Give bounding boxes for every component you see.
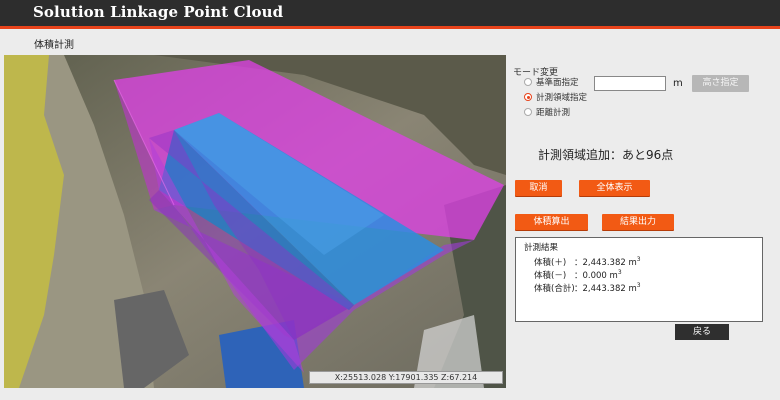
accent-bar bbox=[0, 26, 780, 29]
result-row-total: 体積(合計)：2,443.382 m3 bbox=[534, 282, 641, 294]
result-label: 体積(＋) bbox=[534, 258, 567, 268]
mode-option-distance[interactable]: 距離計測 bbox=[524, 106, 570, 118]
result-row-plus: 体積(＋) ：2,443.382 m3 bbox=[534, 256, 641, 268]
mode-option-label: 計測領域指定 bbox=[536, 93, 588, 103]
result-label: 体積(－) bbox=[534, 271, 567, 281]
control-panel: モード変更 基準面指定 計測領域指定 距離計測 m 高さ指定 計測領域追加：あと… bbox=[512, 60, 772, 390]
result-value: ：2,443.382 m bbox=[574, 284, 637, 294]
radio-reference-plane[interactable] bbox=[524, 78, 532, 86]
result-unit-exponent: 3 bbox=[617, 269, 622, 276]
title-bar: Solution Linkage Point Cloud bbox=[0, 0, 780, 26]
height-input[interactable] bbox=[594, 76, 666, 91]
mode-option-measure-area[interactable]: 計測領域指定 bbox=[524, 91, 587, 103]
page-title: 体積計測 bbox=[34, 40, 74, 51]
point-cloud-viewport[interactable]: X:25513.028 Y:17901.335 Z:67.214 bbox=[4, 55, 506, 388]
result-value: ：2,443.382 m bbox=[574, 258, 637, 268]
result-unit-exponent: 3 bbox=[636, 256, 641, 263]
back-button[interactable]: 戻る bbox=[675, 324, 729, 340]
app-title: Solution Linkage Point Cloud bbox=[33, 3, 284, 21]
calculate-volume-button[interactable]: 体積算出 bbox=[515, 214, 588, 230]
set-height-button[interactable]: 高さ指定 bbox=[692, 75, 749, 92]
result-value: ：0.000 m bbox=[574, 271, 618, 281]
mode-option-reference-plane[interactable]: 基準面指定 bbox=[524, 76, 579, 88]
point-cloud-scene bbox=[4, 55, 506, 388]
show-all-button[interactable]: 全体表示 bbox=[579, 180, 650, 196]
coordinate-readout: X:25513.028 Y:17901.335 Z:67.214 bbox=[309, 371, 503, 384]
cancel-button[interactable]: 取消 bbox=[515, 180, 562, 196]
radio-distance[interactable] bbox=[524, 108, 532, 116]
export-results-button[interactable]: 結果出力 bbox=[602, 214, 674, 230]
height-unit: m bbox=[673, 78, 683, 89]
mode-option-label: 基準面指定 bbox=[536, 78, 579, 88]
result-label: 体積(合計) bbox=[534, 284, 575, 294]
results-box: 計測結果 体積(＋) ：2,443.382 m3 体積(－) ：0.000 m3 体… bbox=[515, 237, 763, 322]
results-heading: 計測結果 bbox=[524, 243, 559, 253]
result-row-minus: 体積(－) ：0.000 m3 bbox=[534, 269, 622, 281]
radio-measure-area[interactable] bbox=[524, 93, 532, 101]
result-unit-exponent: 3 bbox=[636, 282, 641, 289]
status-text: 計測領域追加：あと96点 bbox=[538, 148, 674, 162]
mode-option-label: 距離計測 bbox=[536, 108, 571, 118]
